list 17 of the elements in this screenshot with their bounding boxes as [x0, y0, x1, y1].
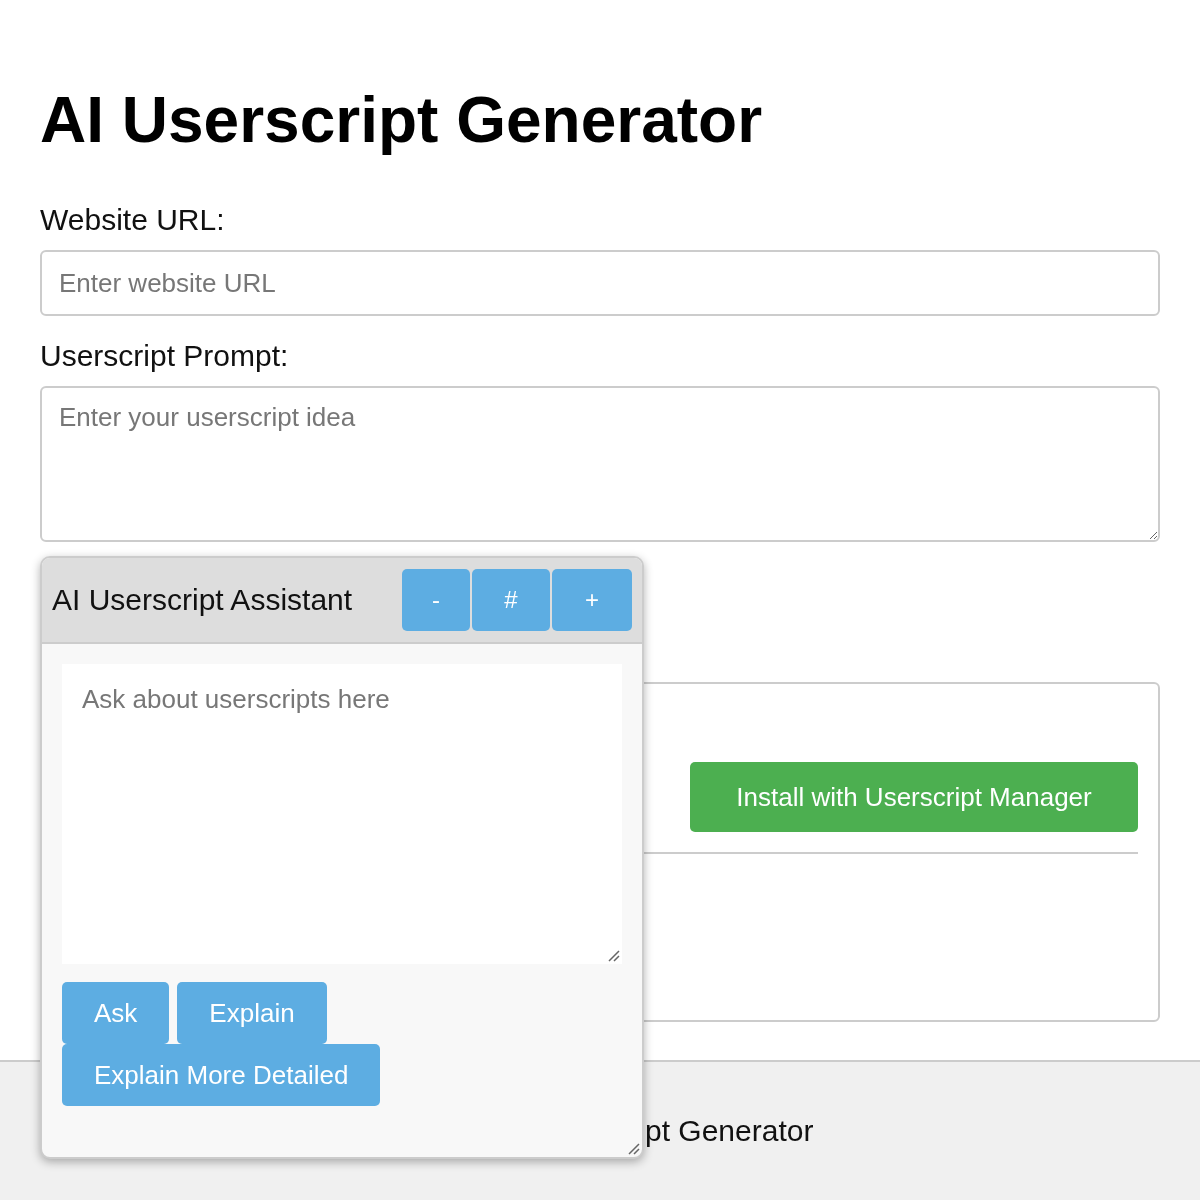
page-title: AI Userscript Generator — [40, 84, 764, 156]
resize-grip-icon[interactable] — [626, 1141, 640, 1155]
action-button[interactable]: Explain More Detailed — [62, 1044, 381, 1106]
url-field[interactable]: Enter website URL — [40, 250, 1160, 316]
install-button[interactable]: Install with Userscript Manager — [690, 762, 1138, 832]
action-button[interactable]: Explain — [177, 982, 327, 1044]
panel-title: AI Userscript Assistant — [52, 583, 353, 617]
window-button[interactable]: # — [472, 569, 550, 631]
field-label: Website URL: — [40, 202, 225, 238]
window-button[interactable]: - — [402, 569, 470, 631]
field-label: Userscript Prompt: — [40, 338, 289, 374]
prompt-field[interactable]: Enter your userscript idea — [40, 386, 1160, 542]
window-button[interactable]: + — [552, 569, 632, 631]
resize-grip-icon[interactable] — [606, 948, 620, 962]
footer-text: pt Generator — [645, 1114, 814, 1148]
question-field[interactable]: Ask about userscripts here — [62, 664, 622, 964]
action-button[interactable]: Ask — [62, 982, 170, 1044]
